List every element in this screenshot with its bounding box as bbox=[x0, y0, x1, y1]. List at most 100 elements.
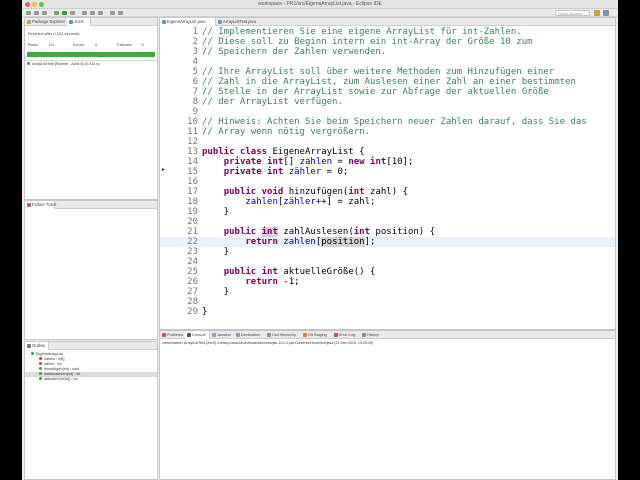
code-line[interactable]: 14 private int[] zahlen = new int[10]; bbox=[160, 157, 615, 167]
code-line[interactable]: 21 public int zahlAuslesen(int position)… bbox=[160, 227, 615, 237]
line-number: 20 bbox=[187, 217, 198, 227]
code-text[interactable]: } bbox=[202, 207, 229, 217]
code-line[interactable]: 20 bbox=[160, 217, 615, 227]
code-line[interactable]: 4 bbox=[160, 57, 615, 67]
code-line[interactable]: 5 // Ihre ArrayList soll über weitere Met… bbox=[160, 67, 615, 77]
code-line[interactable]: 6 // Zahl in die ArrayList, zum Auslesen … bbox=[160, 77, 615, 87]
code-text[interactable]: // Ihre ArrayList soll über weitere Meth… bbox=[202, 67, 554, 77]
code-line[interactable]: 19 } bbox=[160, 207, 615, 217]
fold-marker-icon[interactable]: ▸ bbox=[162, 166, 165, 173]
code-text[interactable]: zahlen[zähler++] = zahl; bbox=[202, 197, 375, 207]
outline-item-method[interactable]: aktuelleGröße() : int bbox=[25, 377, 157, 382]
code-line[interactable]: 2 // Diese soll zu Beginn intern ein int-… bbox=[160, 37, 615, 47]
code-line[interactable]: 29} bbox=[160, 307, 615, 317]
run-icon[interactable] bbox=[62, 11, 67, 15]
debug-perspective-icon[interactable] bbox=[603, 10, 609, 16]
code-line[interactable]: 7 // Stelle in der ArrayList sowie zur Ab… bbox=[160, 87, 615, 97]
tab-history[interactable]: History bbox=[360, 331, 386, 339]
line-number: 2 bbox=[192, 37, 198, 47]
code-line[interactable]: 16 bbox=[160, 177, 615, 187]
declaration-icon bbox=[236, 333, 240, 337]
external-tools-icon[interactable] bbox=[70, 11, 75, 15]
code-text[interactable]: public int aktuelleGröße() { bbox=[202, 267, 376, 277]
console-tab-bar: Problems Console Javadoc Declaration Cal… bbox=[160, 331, 615, 339]
forward-icon[interactable] bbox=[118, 11, 123, 15]
code-text[interactable]: } bbox=[202, 307, 207, 317]
code-text[interactable]: public int zahlAuslesen(int position) { bbox=[202, 227, 435, 237]
tab-failure-trace[interactable]: Failure Trace bbox=[25, 201, 56, 209]
code-editor[interactable]: EigeneArrayList.java ArrayListTest.java … bbox=[159, 17, 616, 330]
code-text[interactable]: public class EigeneArrayList { bbox=[202, 147, 365, 157]
code-text[interactable]: } bbox=[202, 247, 229, 257]
open-type-icon[interactable] bbox=[90, 11, 95, 15]
tab-declaration[interactable]: Declaration bbox=[234, 331, 265, 339]
code-text[interactable]: // Speichern der Zahlen verwenden. bbox=[202, 47, 386, 57]
junit-status: Finished after 0.102 seconds bbox=[28, 31, 80, 36]
code-text[interactable]: // Stelle in der ArrayList sowie zur Abf… bbox=[202, 87, 549, 97]
code-line[interactable]: 12 bbox=[160, 137, 615, 147]
code-line[interactable]: 24 bbox=[160, 257, 615, 267]
tab-package-explorer[interactable]: Package Explorer bbox=[25, 18, 67, 26]
code-text[interactable]: } bbox=[202, 287, 229, 297]
line-number: 8 bbox=[192, 97, 198, 107]
code-line[interactable]: 13 public class EigeneArrayList { bbox=[160, 147, 615, 157]
code-line[interactable]: 18 zahlen[zähler++] = zahl; bbox=[160, 197, 615, 207]
code-text[interactable]: // der ArrayList verfügen. bbox=[202, 97, 343, 107]
code-text[interactable]: // Array wenn nötig vergrößern. bbox=[202, 127, 370, 137]
code-line[interactable]: 11 // Array wenn nötig vergrößern. bbox=[160, 127, 615, 137]
java-file-icon bbox=[162, 20, 166, 24]
console-icon bbox=[187, 333, 191, 337]
line-number: 7 bbox=[192, 87, 198, 97]
code-line[interactable]: 15 private int zähler = 0; bbox=[160, 167, 615, 177]
code-line[interactable]: 3 // Speichern der Zahlen verwenden. bbox=[160, 47, 615, 57]
new-icon[interactable] bbox=[26, 11, 31, 15]
line-number: 16 bbox=[187, 177, 198, 187]
left-tab-bar: Package Explorer JUnit bbox=[25, 18, 157, 26]
line-number: 9 bbox=[192, 107, 198, 117]
tab-console[interactable]: Console bbox=[185, 331, 210, 339]
tab-error-log[interactable]: Error Log bbox=[332, 331, 360, 339]
code-line[interactable]: 26 return -1; bbox=[160, 277, 615, 287]
print-icon[interactable] bbox=[42, 11, 47, 15]
back-icon[interactable] bbox=[110, 11, 115, 15]
tab-junit[interactable]: JUnit bbox=[67, 18, 91, 26]
code-text[interactable]: // Diese soll zu Beginn intern ein int-A… bbox=[202, 37, 533, 47]
java-perspective-icon[interactable] bbox=[594, 10, 600, 16]
tab-eigenearraylist-java[interactable]: EigeneArrayList.java bbox=[160, 18, 216, 26]
code-text[interactable]: return zahlen[position]; bbox=[202, 237, 375, 247]
tab-call-hierarchy[interactable]: Call Hierarchy bbox=[265, 331, 301, 339]
new-java-class-icon[interactable] bbox=[82, 11, 87, 15]
code-line[interactable]: 1 // Implementieren Sie eine eigene Array… bbox=[160, 27, 615, 37]
quick-access-input[interactable]: Quick Access bbox=[555, 10, 590, 16]
code-line[interactable]: 9 bbox=[160, 107, 615, 117]
code-text[interactable]: // Implementieren Sie eine eigene ArrayL… bbox=[202, 27, 522, 37]
code-line[interactable]: 28 bbox=[160, 297, 615, 307]
code-line[interactable]: 23 } bbox=[160, 247, 615, 257]
code-line[interactable]: 10 // Hinweis: Achten Sie beim Speichern … bbox=[160, 117, 615, 127]
tab-git-staging[interactable]: Git Staging bbox=[301, 331, 332, 339]
code-text[interactable]: return -1; bbox=[202, 277, 299, 287]
save-icon[interactable] bbox=[34, 11, 39, 15]
code-text[interactable]: // Hinweis: Achten Sie beim Speichern ne… bbox=[202, 117, 587, 127]
code-line[interactable]: 8 // der ArrayList verfügen. bbox=[160, 97, 615, 107]
code-text[interactable]: public void hinzufügen(int zahl) { bbox=[202, 187, 408, 197]
code-line[interactable]: 25 public int aktuelleGröße() { bbox=[160, 267, 615, 277]
code-text[interactable]: // Zahl in die ArrayList, zum Auslesen e… bbox=[202, 77, 576, 87]
test-run-row[interactable]: ArrayListTest [Runner: JUnit 5] (0.012 s… bbox=[27, 62, 157, 67]
code-line[interactable]: 27 } bbox=[160, 287, 615, 297]
window-title: workspace - PR1/src/EigeneArrayList.java… bbox=[258, 1, 382, 7]
junit-view: Package Explorer JUnit Finished after 0.… bbox=[24, 17, 158, 200]
code-area[interactable]: 1 // Implementieren Sie eine eigene Array… bbox=[160, 27, 615, 329]
code-line[interactable]: 22 return zahlen[position]; bbox=[160, 237, 615, 247]
tab-problems[interactable]: Problems bbox=[160, 331, 185, 339]
editor-tab-bar: EigeneArrayList.java ArrayListTest.java bbox=[160, 18, 615, 26]
outline-tab-bar: Outline bbox=[25, 342, 157, 350]
code-line[interactable]: 17 public void hinzufügen(int zahl) { bbox=[160, 187, 615, 197]
tab-arraylisttest-java[interactable]: ArrayListTest.java bbox=[216, 18, 268, 26]
tab-outline[interactable]: Outline bbox=[25, 342, 49, 350]
code-text[interactable]: private int zähler = 0; bbox=[202, 167, 349, 177]
search-icon[interactable] bbox=[98, 11, 103, 15]
debug-icon[interactable] bbox=[54, 11, 59, 15]
tab-javadoc[interactable]: Javadoc bbox=[210, 331, 234, 339]
code-text[interactable]: private int[] zahlen = new int[10]; bbox=[202, 157, 414, 167]
